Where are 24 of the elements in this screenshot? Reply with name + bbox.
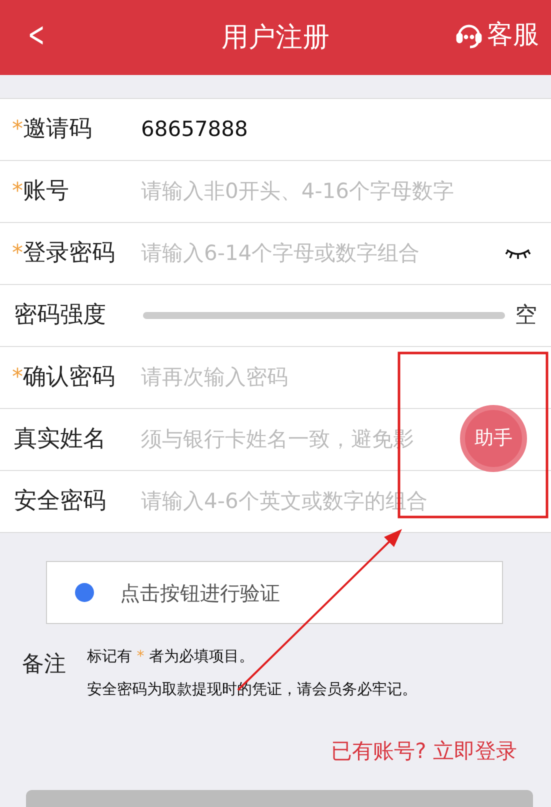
back-button[interactable]: < (28, 18, 45, 52)
required-asterisk: * (12, 364, 23, 392)
note-text: 标记有 * 者为必填项目。 (87, 646, 256, 667)
required-asterisk: * (12, 116, 23, 144)
verify-button[interactable]: 点击按钮进行验证 (46, 561, 503, 624)
field-label: 安全密码 (14, 487, 106, 516)
page-title: 用户注册 (222, 24, 330, 51)
notes-title: 备注 (22, 651, 67, 679)
closed-eye-icon[interactable] (505, 246, 531, 260)
customer-service-button[interactable]: 客服 (455, 21, 539, 49)
field-label: 真实姓名 (14, 425, 106, 454)
required-asterisk: * (12, 178, 23, 206)
strength-reading: 空 (515, 302, 537, 330)
input-field[interactable]: 请输入非0开头、4-16个字母数字 (141, 176, 537, 208)
field-label: 登录密码 (23, 239, 115, 268)
field-label: 确认密码 (23, 363, 115, 392)
login-link[interactable]: 已有账号? 立即登录 (331, 736, 517, 768)
field-label: 邀请码 (23, 115, 92, 144)
field-label: 账号 (23, 177, 69, 206)
input-field[interactable]: 请输入6-14个字母或数字组合 (141, 238, 505, 270)
input-field[interactable]: 68657888 (141, 114, 537, 146)
input-field[interactable]: 请再次输入密码 (141, 362, 537, 394)
field-label: 密码强度 (14, 301, 106, 330)
required-asterisk: * (12, 240, 23, 268)
